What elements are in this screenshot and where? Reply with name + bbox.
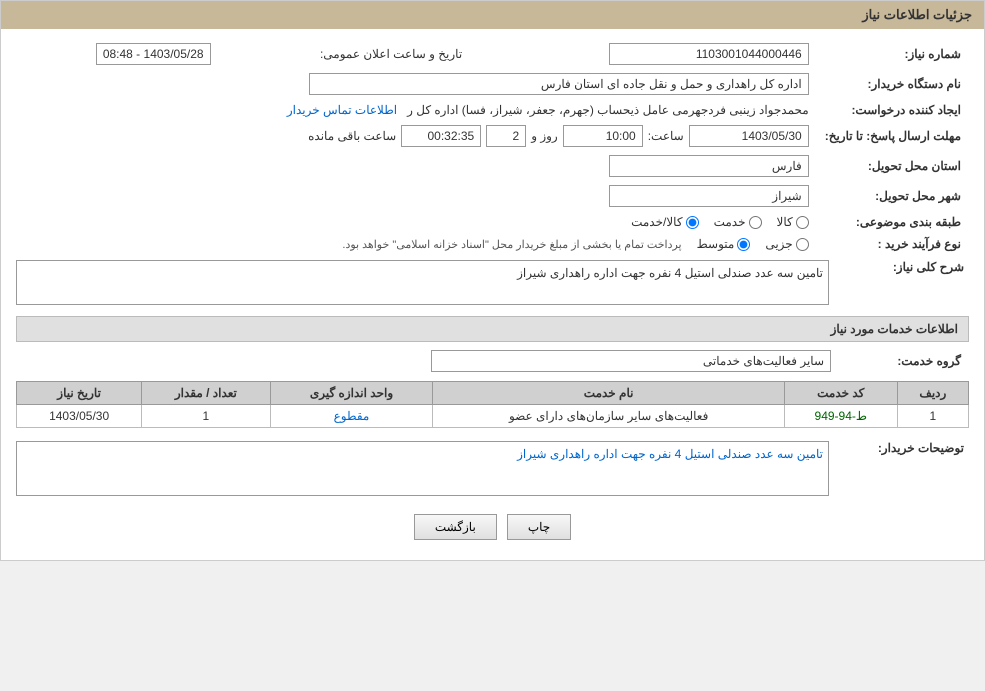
need-number-label: شماره نیاز: [817,39,969,69]
title-text: جزئیات اطلاعات نیاز [862,7,972,22]
purchase-type-label: نوع فرآیند خرید : [817,233,969,255]
category-cell: کالا خدمت کالا/خدمت [16,211,817,233]
need-number-value: 1103001044000446 [609,43,809,65]
remaining-label: ساعت باقی مانده [308,129,396,143]
creator-label: ایجاد کننده درخواست: [817,99,969,121]
announcement-value-cell: 1403/05/28 - 08:48 [16,39,219,69]
province-cell: فارس [16,151,817,181]
cell-date: 1403/05/30 [17,405,142,428]
need-summary-value: تامین سه عدد صندلی استیل 4 نفره جهت ادار… [16,260,829,305]
category-kala-label: کالا [777,215,793,229]
province-value: فارس [609,155,809,177]
announcement-label-cell: تاریخ و ساعت اعلان عمومی: [219,39,483,69]
col-quantity: تعداد / مقدار [142,382,270,405]
province-label: استان محل تحویل: [817,151,969,181]
cell-quantity: 1 [142,405,270,428]
deadline-days: 2 [486,125,526,147]
buyer-notes-label: توضیحات خریدار: [839,441,969,455]
category-kala[interactable]: کالا [777,215,809,229]
purchase-type-jozi-label: جزیی [765,237,792,251]
page-title: جزئیات اطلاعات نیاز [1,1,984,29]
category-khedmat-label: خدمت [714,215,746,229]
cell-row: 1 [897,405,968,428]
city-cell: شیراز [16,181,817,211]
deadline-time: 10:00 [563,125,643,147]
creator-value: محمدجواد زینبی فردجهرمی عامل ذیحساب (جهر… [407,103,809,117]
need-number-cell: 1103001044000446 [482,39,817,69]
bottom-buttons: چاپ بازگشت [16,504,969,550]
print-button[interactable]: چاپ [507,514,571,540]
city-label: شهر محل تحویل: [817,181,969,211]
cell-name: فعالیت‌های سایر سازمان‌های دارای عضو [433,405,784,428]
category-label: طبقه بندی موضوعی: [817,211,969,233]
buyer-org-value: اداره کل راهداری و حمل و نقل جاده ای است… [309,73,809,95]
purchase-type-jozi-radio[interactable] [796,238,809,251]
announcement-label: تاریخ و ساعت اعلان عمومی: [320,47,462,61]
buyer-notes-value: تامین سه عدد صندلی استیل 4 نفره جهت ادار… [16,441,829,496]
deadline-label: مهلت ارسال پاسخ: تا تاریخ: [817,121,969,151]
cell-unit: مقطوع [270,405,433,428]
purchase-type-jozi[interactable]: جزیی [765,237,808,251]
deadline-day-label: روز و [531,129,558,143]
col-name: نام خدمت [433,382,784,405]
col-unit: واحد اندازه گیری [270,382,433,405]
service-group-cell: سایر فعالیت‌های خدماتی [16,346,839,376]
purchase-type-motavasset-label: متوسط [697,237,735,251]
deadline-time-label: ساعت: [648,129,684,143]
city-value: شیراز [609,185,809,207]
category-kala-khedmat[interactable]: کالا/خدمت [631,215,698,229]
purchase-type-note: پرداخت تمام یا بخشی از مبلغ خریدار محل "… [342,238,681,251]
category-kala-khedmat-radio[interactable] [686,216,699,229]
category-kala-radio[interactable] [796,216,809,229]
creator-contact-link[interactable]: اطلاعات تماس خریدار [287,103,397,117]
col-row: ردیف [897,382,968,405]
announcement-value: 1403/05/28 - 08:48 [96,43,211,65]
category-khedmat-radio[interactable] [749,216,762,229]
purchase-type-motavasset-radio[interactable] [737,238,750,251]
need-summary-label: شرح کلی نیاز: [839,260,969,274]
purchase-type-motavasset[interactable]: متوسط [697,237,751,251]
purchase-type-cell: جزیی متوسط پرداخت تمام یا بخشی از مبلغ خ… [16,233,817,255]
category-khedmat[interactable]: خدمت [714,215,762,229]
buyer-org-label: نام دستگاه خریدار: [817,69,969,99]
cell-code: ط-94-949 [784,405,897,428]
service-group-value: سایر فعالیت‌های خدماتی [431,350,831,372]
buyer-org-cell: اداره کل راهداری و حمل و نقل جاده ای است… [16,69,817,99]
col-code: کد خدمت [784,382,897,405]
creator-cell: محمدجواد زینبی فردجهرمی عامل ذیحساب (جهر… [16,99,817,121]
back-button[interactable]: بازگشت [414,514,497,540]
table-row: 1 ط-94-949 فعالیت‌های سایر سازمان‌های دا… [17,405,969,428]
category-kala-khedmat-label: کالا/خدمت [631,215,682,229]
services-table: ردیف کد خدمت نام خدمت واحد اندازه گیری ت… [16,381,969,428]
services-section-title: اطلاعات خدمات مورد نیاز [16,316,969,342]
col-date: تاریخ نیاز [17,382,142,405]
service-group-label: گروه خدمت: [839,346,969,376]
remaining-time: 00:32:35 [401,125,481,147]
deadline-cell: 1403/05/30 ساعت: 10:00 روز و 2 00:32:35 … [16,121,817,151]
deadline-date: 1403/05/30 [689,125,809,147]
